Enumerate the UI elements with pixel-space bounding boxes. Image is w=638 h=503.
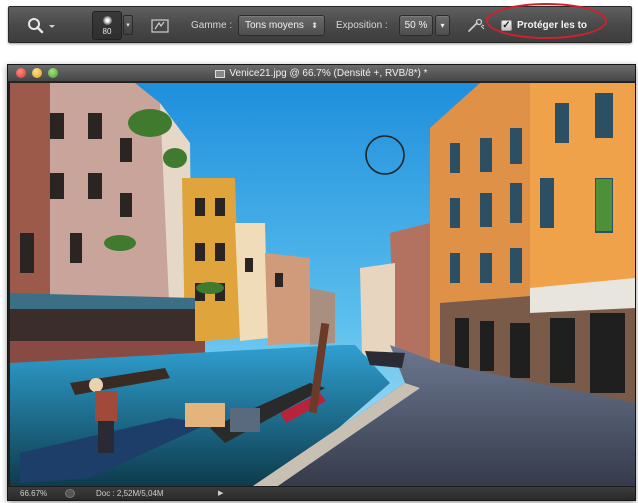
range-select-value: Tons moyens bbox=[245, 20, 304, 31]
brush-picker-dropdown[interactable]: ▾ bbox=[123, 15, 133, 35]
document-size-info: Doc : 2,52M/5,04M bbox=[96, 489, 164, 498]
dodge-tool-preset-picker[interactable] bbox=[25, 7, 59, 44]
protect-tones-label: Protéger les to bbox=[517, 20, 588, 31]
zoom-level[interactable]: 66.67% bbox=[20, 489, 47, 498]
brush-panel-toggle-button[interactable] bbox=[149, 7, 171, 44]
exposure-label: Exposition : bbox=[336, 20, 388, 31]
brush-panel-icon bbox=[151, 18, 169, 33]
checkmark-icon: ✓ bbox=[501, 19, 512, 31]
document-titlebar[interactable]: Venice21.jpg @ 66.7% (Densité +, RVB/8*)… bbox=[8, 65, 635, 82]
range-select[interactable]: Tons moyens ⬍ bbox=[238, 15, 325, 36]
proof-setup-icon bbox=[65, 489, 75, 498]
brush-size-preview[interactable]: 80 bbox=[92, 11, 122, 40]
status-menu-arrow-icon[interactable]: ▶ bbox=[218, 489, 223, 497]
exposure-slider-dropdown[interactable]: ▾ bbox=[435, 15, 450, 36]
protect-tones-checkbox[interactable]: ✓ Protéger les to bbox=[501, 7, 629, 44]
brush-size-value: 80 bbox=[102, 27, 112, 36]
document-icon bbox=[215, 69, 226, 78]
airbrush-icon bbox=[468, 18, 485, 32]
up-down-arrows-icon: ⬍ bbox=[311, 20, 318, 30]
exposure-input-value: 50 % bbox=[404, 20, 428, 31]
document-title-text: Venice21.jpg @ 66.7% (Densité +, RVB/8*)… bbox=[229, 68, 428, 79]
exposure-input[interactable]: 50 % bbox=[399, 15, 433, 36]
chevron-down-icon: ▾ bbox=[440, 21, 445, 30]
chevron-down-icon: ▾ bbox=[126, 22, 130, 29]
status-bar: 66.67% Doc : 2,52M/5,04M ▶ bbox=[8, 486, 635, 500]
options-bar: 80 ▾ Gamme : Tons moyens ⬍ Exposition : … bbox=[8, 6, 632, 43]
magnifier-icon bbox=[28, 17, 55, 33]
range-label: Gamme : bbox=[191, 20, 233, 31]
venice-canal-photo bbox=[10, 83, 635, 488]
brush-tip-icon bbox=[102, 16, 112, 25]
document-window: Venice21.jpg @ 66.7% (Densité +, RVB/8*)… bbox=[7, 64, 636, 501]
document-title: Venice21.jpg @ 66.7% (Densité +, RVB/8*)… bbox=[8, 65, 635, 82]
image-canvas[interactable] bbox=[10, 83, 635, 488]
airbrush-toggle-button[interactable] bbox=[465, 7, 487, 44]
